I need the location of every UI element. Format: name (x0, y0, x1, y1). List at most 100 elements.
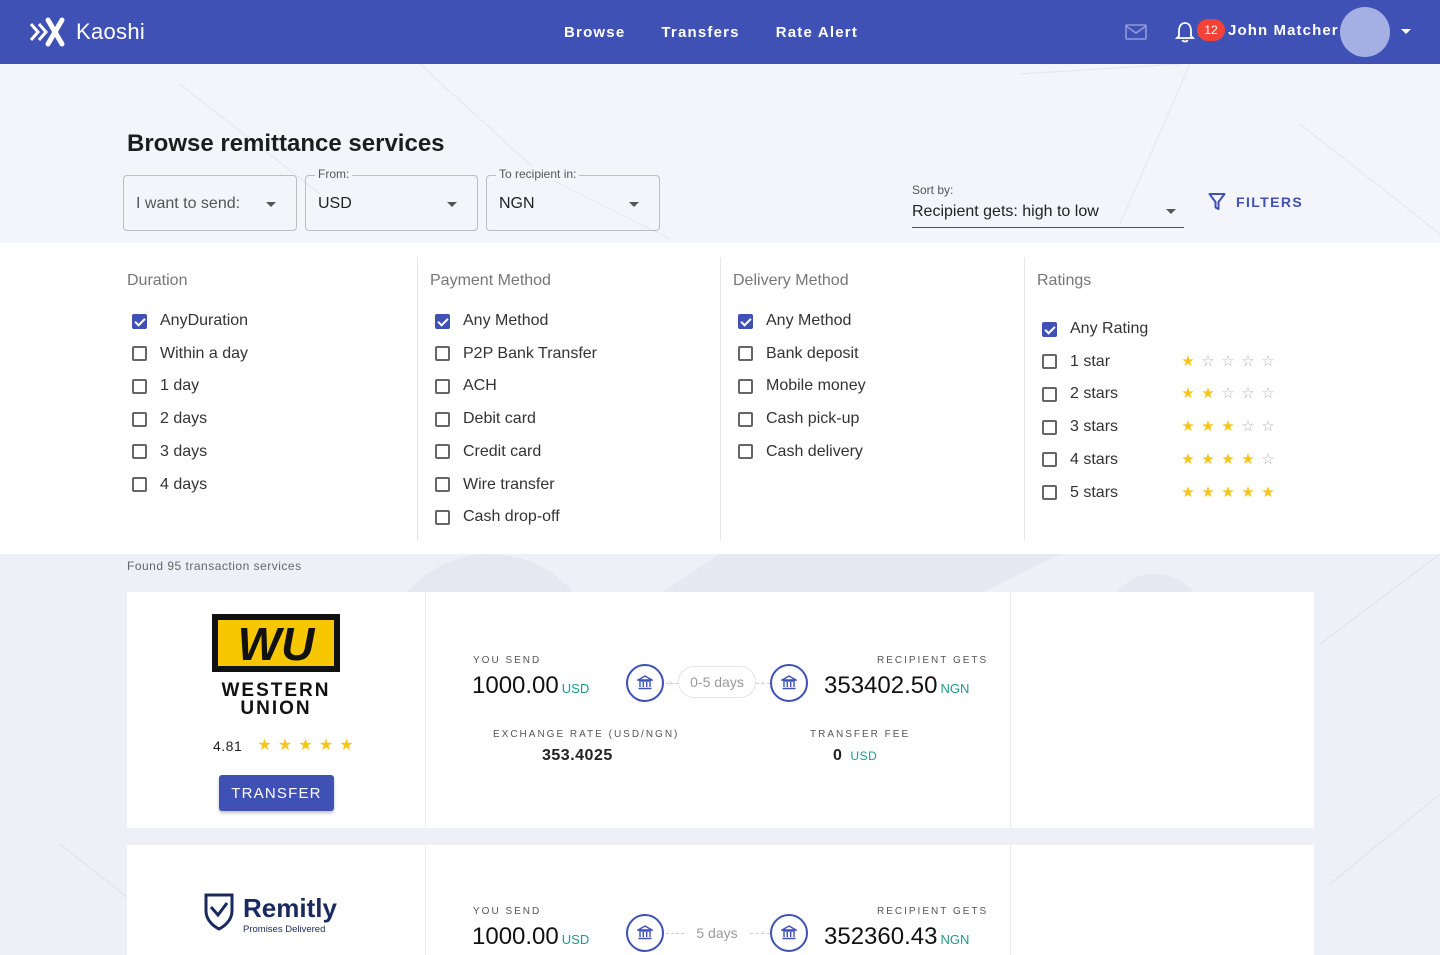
checkbox[interactable] (1042, 354, 1057, 370)
receive-amount-value: 353402.50 (824, 672, 938, 699)
filter-option[interactable]: Credit card (435, 440, 541, 464)
star-filled-icon: ★ (1181, 450, 1195, 468)
filter-option[interactable]: Mobile money (738, 374, 866, 398)
filters-panel: Duration AnyDuration Within a day 1 day 2 d… (0, 243, 1440, 554)
checkbox[interactable] (1042, 485, 1057, 500)
user-name[interactable]: John Matcher (1228, 22, 1339, 39)
checkbox[interactable] (435, 378, 450, 394)
checkbox[interactable] (738, 346, 753, 362)
checkbox[interactable] (435, 346, 450, 362)
filter-option[interactable]: Cash delivery (738, 440, 863, 464)
star-outline-icon: ☆ (1241, 352, 1255, 370)
checkbox[interactable] (1042, 452, 1057, 468)
filter-option-label: Credit card (463, 442, 542, 460)
nav-browse[interactable]: Browse (564, 24, 625, 41)
filter-option[interactable]: Cash drop-off (435, 505, 560, 529)
nav-transfers[interactable]: Transfers (661, 24, 739, 41)
notification-badge: 12 (1197, 19, 1225, 41)
transaction-details: YOU SEND 1000.00 USD 5 days › RECIPIENT G… (426, 845, 1011, 955)
filter-option[interactable]: Debit card (435, 407, 536, 431)
checkbox-checked[interactable] (435, 313, 450, 329)
logo[interactable]: Kaoshi (28, 16, 145, 48)
star-filled-icon: ★ (1221, 483, 1235, 501)
checkbox[interactable] (435, 477, 450, 492)
chevron-down-icon (1166, 209, 1176, 214)
checkbox[interactable] (435, 444, 450, 460)
star-outline-icon: ☆ (1261, 352, 1275, 370)
filter-option[interactable]: Within a day (132, 342, 248, 366)
checkbox[interactable] (132, 444, 147, 460)
checkbox-checked[interactable] (1042, 321, 1057, 337)
checkbox[interactable] (132, 378, 147, 394)
filter-option[interactable]: 4 stars ★ ★ ★ ★ ☆ (1042, 448, 1275, 472)
filter-option-label: Any Method (463, 312, 549, 329)
nav-rate-alert[interactable]: Rate Alert (776, 24, 858, 41)
checkbox[interactable] (738, 378, 753, 394)
transaction-details: YOU SEND 1000.00 USD › 0-5 days › RECIPIE… (426, 592, 1011, 828)
sort-select[interactable]: Recipient gets: high to low (912, 200, 1184, 228)
filter-option[interactable]: Any Method (738, 309, 851, 333)
filter-option[interactable]: 5 stars ★ ★ ★ ★ ★ (1042, 481, 1275, 505)
filters-button[interactable]: FILTERS (1208, 192, 1303, 212)
western-union-logo: WU WESTERN UNION (212, 614, 340, 716)
mail-icon[interactable] (1124, 22, 1148, 42)
avatar[interactable] (1340, 7, 1390, 57)
send-currency: USD (561, 932, 590, 947)
checkbox[interactable] (738, 411, 753, 427)
wu-logo-line-2: UNION (240, 698, 311, 716)
filter-option[interactable]: 3 days (132, 440, 207, 464)
transfer-fee-caption: TRANSFER FEE (810, 729, 911, 740)
bell-icon[interactable] (1174, 20, 1196, 44)
filter-option[interactable]: Any Method (435, 309, 548, 333)
filter-option[interactable]: 2 stars ★ ★ ☆ ☆ ☆ (1042, 382, 1275, 406)
filter-option[interactable]: Wire transfer (435, 473, 555, 497)
filter-payment-title: Payment Method (430, 272, 551, 289)
rating-stars: ★ ☆ ☆ ☆ ☆ (1178, 352, 1278, 372)
star-outline-icon: ☆ (1261, 450, 1275, 468)
flow-line (666, 683, 678, 684)
filter-option[interactable]: P2P Bank Transfer (435, 342, 597, 366)
you-send-caption: YOU SEND (473, 906, 542, 917)
filter-option-label: Bank deposit (766, 344, 859, 362)
transfer-button[interactable]: TRANSFER (219, 775, 334, 811)
checkbox[interactable] (1042, 419, 1057, 435)
checkbox[interactable] (132, 346, 147, 362)
checkbox[interactable] (435, 509, 450, 525)
star-filled-icon: ★ (298, 737, 313, 754)
filter-option[interactable]: Cash pick-up (738, 407, 859, 431)
star-outline-icon: ☆ (1261, 418, 1275, 436)
star-filled-icon: ★ (1241, 450, 1255, 468)
checkbox-checked[interactable] (132, 313, 147, 329)
filter-option[interactable]: 1 star ★ ☆ ☆ ☆ ☆ (1042, 350, 1275, 374)
filter-option-label: Mobile money (766, 377, 866, 395)
rating-stars: ★ ★ ☆ ☆ ☆ (1178, 384, 1278, 404)
wu-logo-mark: WU (238, 618, 316, 670)
filter-option[interactable]: Any Rating (1042, 317, 1148, 341)
star-filled-icon: ★ (1181, 418, 1195, 436)
checkbox[interactable] (435, 411, 450, 427)
star-outline-icon: ☆ (1241, 418, 1255, 436)
filter-option[interactable]: Bank deposit (738, 342, 859, 366)
from-currency-label: From: (315, 167, 353, 181)
filter-option-label: ACH (463, 377, 497, 395)
filter-option-label: Cash drop-off (463, 508, 560, 526)
checkbox[interactable] (738, 444, 753, 460)
filter-option[interactable]: 2 days (132, 407, 207, 431)
filter-option[interactable]: AnyDuration (132, 309, 248, 333)
star-filled-icon: ★ (1181, 352, 1195, 370)
send-amount: 1000.00 USD (472, 672, 589, 700)
checkbox[interactable] (1042, 386, 1057, 402)
send-amount-select[interactable]: I want to send: (123, 175, 297, 231)
filter-option[interactable]: 1 day (132, 374, 199, 398)
to-country-select[interactable]: To recipient in: NGN (486, 167, 660, 231)
account-menu-caret-icon[interactable] (1400, 28, 1412, 36)
filter-option[interactable]: 4 days (132, 473, 207, 497)
send-amount-value: 1000.00 (472, 923, 559, 950)
filter-option[interactable]: 3 stars ★ ★ ★ ☆ ☆ (1042, 415, 1275, 439)
checkbox[interactable] (132, 411, 147, 427)
filter-option[interactable]: ACH (435, 374, 497, 398)
from-currency-select[interactable]: From: USD (305, 167, 478, 231)
app-name: Kaoshi (76, 19, 146, 44)
checkbox[interactable] (132, 477, 147, 492)
checkbox-checked[interactable] (738, 313, 753, 329)
